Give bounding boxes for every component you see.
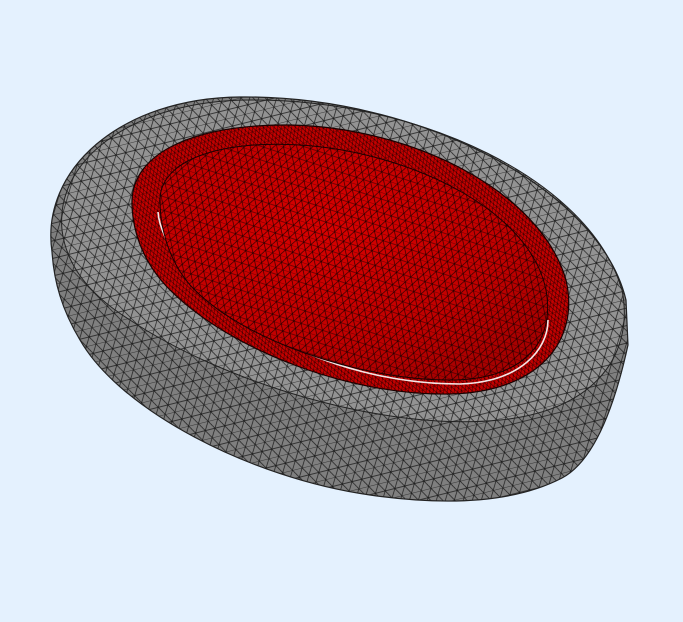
3d-viewport[interactable] [0, 0, 683, 622]
mesh-scene [50, 96, 629, 502]
